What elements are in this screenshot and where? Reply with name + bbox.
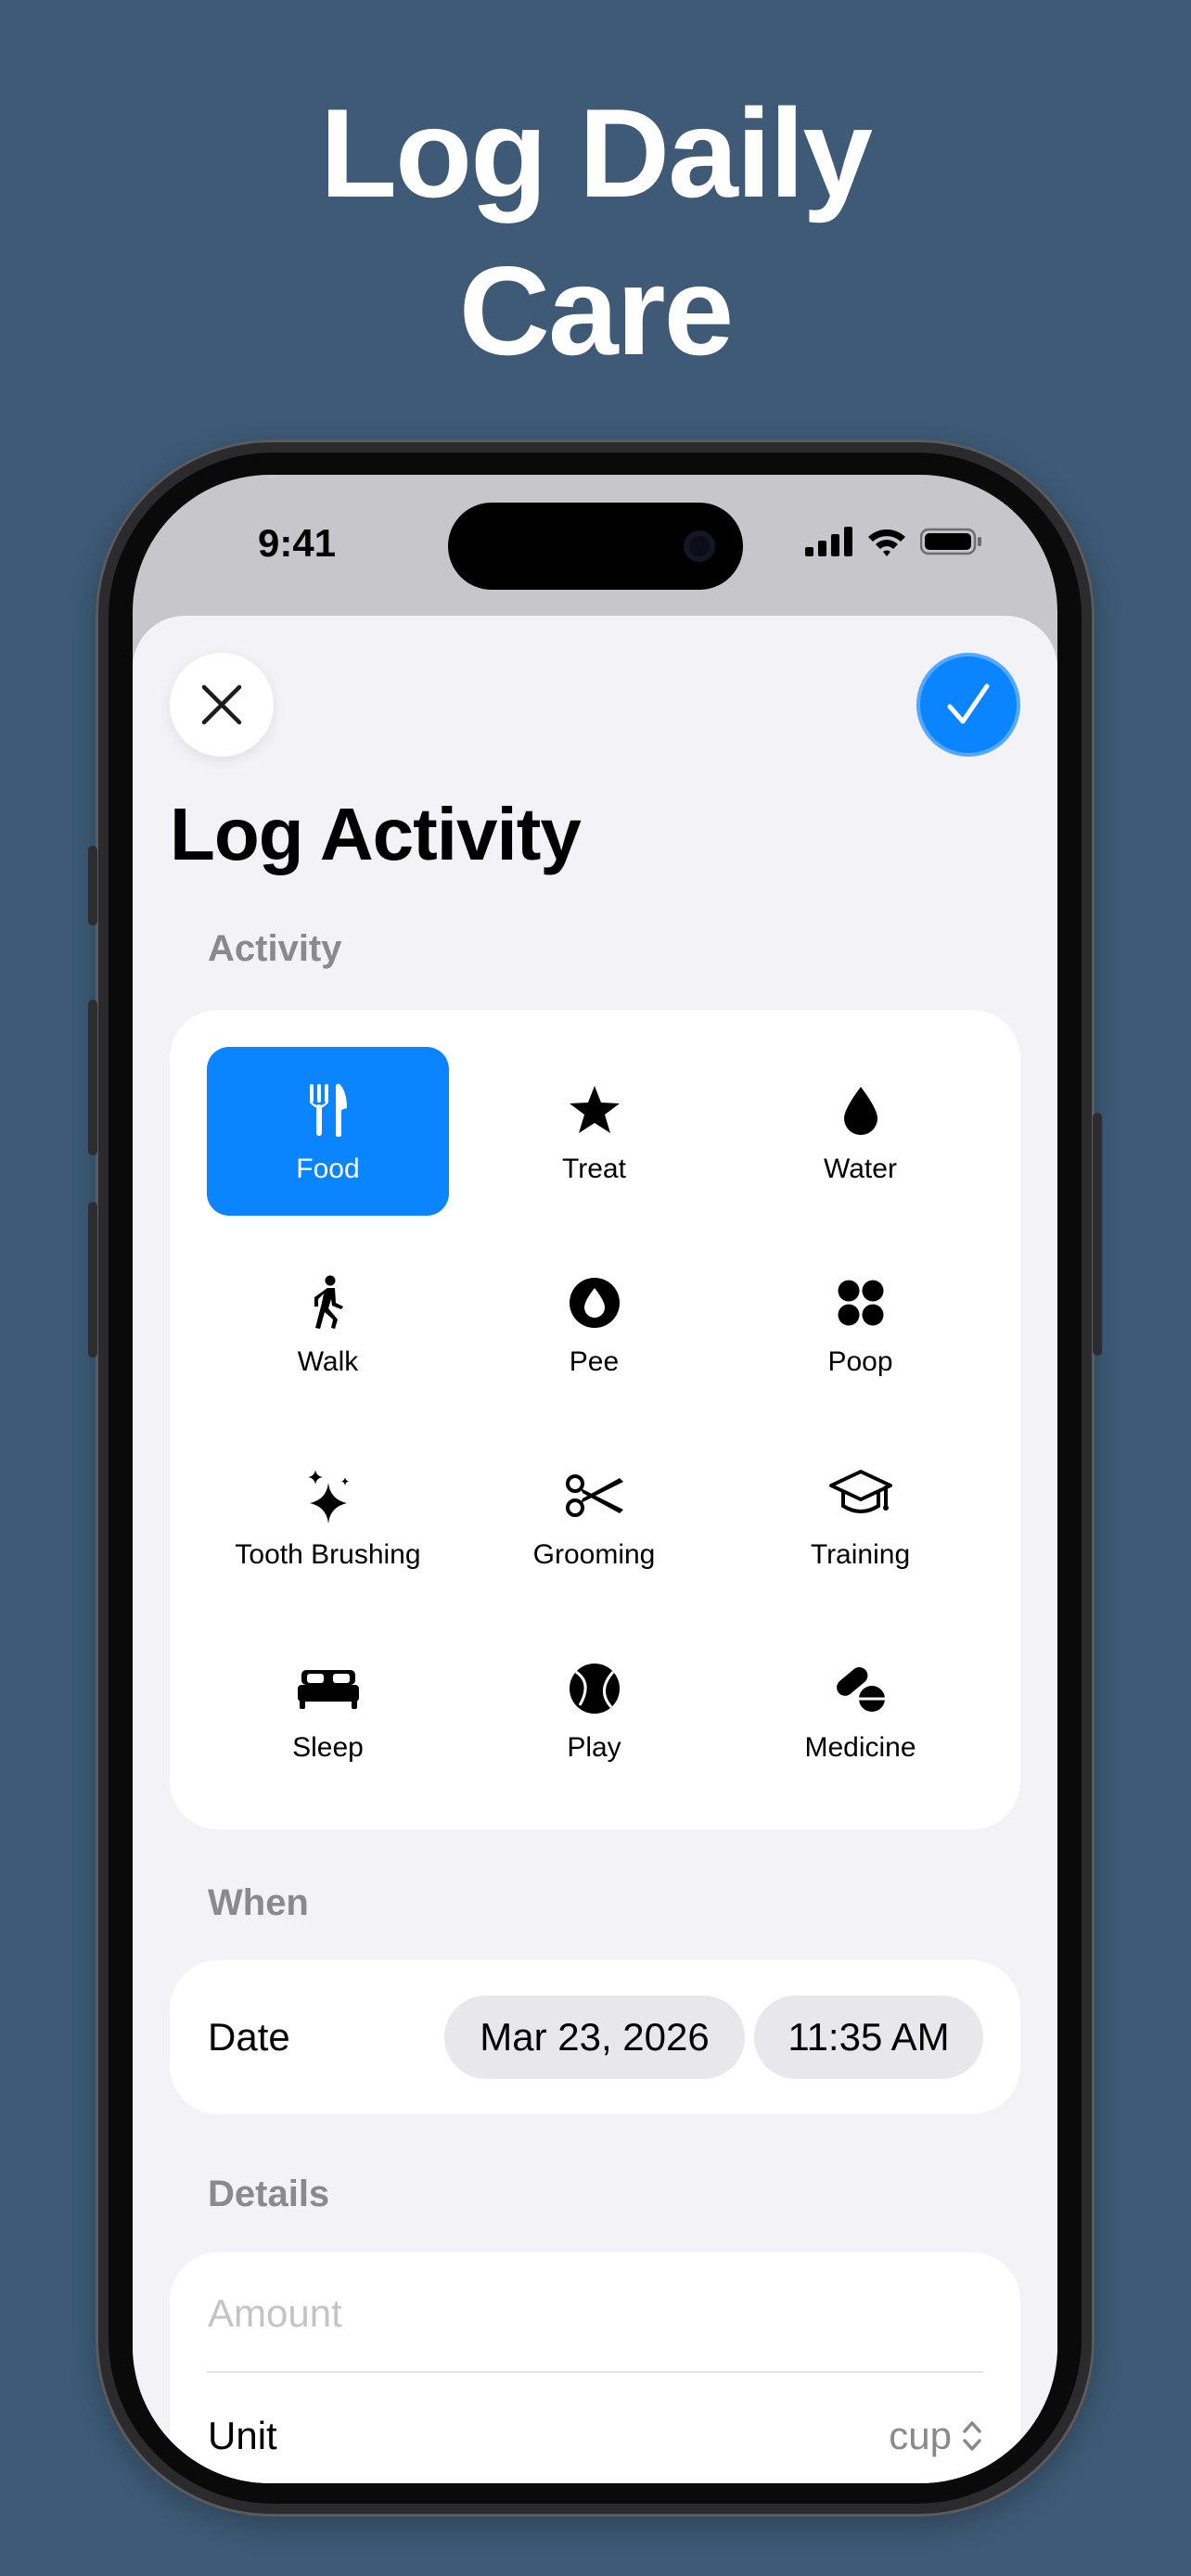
headline: Log Daily Care (0, 74, 1191, 389)
activity-label: Water (824, 1154, 897, 1184)
activity-label: Pee (569, 1346, 620, 1377)
done-button[interactable] (916, 653, 1020, 757)
phone-screen: 9:41 Log Activity Activity Food Treat Wa… (133, 475, 1057, 2483)
star-icon (569, 1086, 620, 1133)
four-circles-icon (838, 1280, 883, 1326)
pills-icon (836, 1666, 886, 1712)
activity-training[interactable]: Training (739, 1433, 981, 1601)
battery-icon (920, 528, 981, 555)
volume-up-button (88, 1000, 97, 1155)
volume-down-button (88, 1202, 97, 1358)
dynamic-island (448, 503, 743, 590)
activity-label: Training (810, 1539, 911, 1570)
activity-label: Sleep (292, 1732, 364, 1763)
unit-picker[interactable]: cup (889, 2414, 983, 2458)
headline-line-2: Care (458, 240, 734, 381)
xmark-icon (201, 684, 242, 725)
activity-medicine[interactable]: Medicine (739, 1626, 981, 1794)
activity-label: Tooth Brushing (235, 1539, 421, 1570)
status-icons (805, 527, 983, 556)
activity-walk[interactable]: Walk (207, 1240, 449, 1409)
camera-icon (684, 530, 715, 562)
walking-figure-icon (314, 1275, 343, 1329)
close-button[interactable] (170, 653, 274, 757)
details-section-label: Details (208, 2174, 330, 2214)
activity-label: Food (296, 1154, 360, 1184)
activity-section-label: Activity (208, 928, 342, 969)
drop-circle-icon (569, 1278, 620, 1328)
wifi-icon (868, 529, 905, 556)
activity-food[interactable]: Food (207, 1047, 449, 1216)
activity-tooth-brushing[interactable]: Tooth Brushing (207, 1433, 449, 1601)
activity-label: Grooming (532, 1539, 656, 1570)
time-picker[interactable]: 11:35 AM (754, 1996, 983, 2079)
scissors-icon (565, 1474, 623, 1517)
graduation-cap-icon (828, 1470, 892, 1513)
action-button (88, 846, 97, 925)
activity-label: Treat (562, 1154, 626, 1184)
unit-label: Unit (208, 2414, 277, 2457)
chevron-up-down-icon (963, 2421, 981, 2451)
tennis-ball-icon (569, 1664, 620, 1714)
divider (207, 2371, 983, 2373)
fork-knife-icon (309, 1083, 347, 1137)
power-button (1093, 1113, 1102, 1356)
activity-card: Food Treat Water Walk Pee Poop Tooth Bru… (170, 1010, 1020, 1830)
activity-sleep[interactable]: Sleep (207, 1626, 449, 1794)
page-title: Log Activity (170, 793, 582, 875)
checkmark-icon (947, 683, 990, 724)
date-picker[interactable]: Mar 23, 2026 (444, 1996, 745, 2079)
date-label: Date (208, 2015, 290, 2059)
activity-grooming[interactable]: Grooming (473, 1433, 715, 1601)
activity-label: Poop (827, 1346, 893, 1377)
details-card: Amount Unit cup (170, 2252, 1020, 2483)
when-card: Date Mar 23, 2026 11:35 AM (170, 1960, 1020, 2114)
amount-field[interactable]: Amount (208, 2291, 342, 2336)
activity-poop[interactable]: Poop (739, 1240, 981, 1409)
drop-icon (843, 1087, 877, 1135)
activity-label: Walk (297, 1346, 359, 1377)
activity-pee[interactable]: Pee (473, 1240, 715, 1409)
activity-label: Play (567, 1732, 621, 1763)
activity-play[interactable]: Play (473, 1626, 715, 1794)
activity-water[interactable]: Water (739, 1047, 981, 1216)
log-activity-sheet: Log Activity Activity Food Treat Water W… (133, 616, 1057, 2483)
activity-label: Medicine (804, 1732, 916, 1763)
when-section-label: When (208, 1882, 309, 1923)
headline-line-1: Log Daily (319, 83, 873, 223)
activity-grid: Food Treat Water Walk Pee Poop Tooth Bru… (207, 1047, 981, 1794)
sparkles-icon (307, 1470, 349, 1524)
bed-icon (297, 1670, 359, 1709)
unit-value: cup (889, 2414, 952, 2457)
cellular-signal-icon (805, 527, 852, 556)
status-time: 9:41 (258, 521, 337, 565)
activity-treat[interactable]: Treat (473, 1047, 715, 1216)
